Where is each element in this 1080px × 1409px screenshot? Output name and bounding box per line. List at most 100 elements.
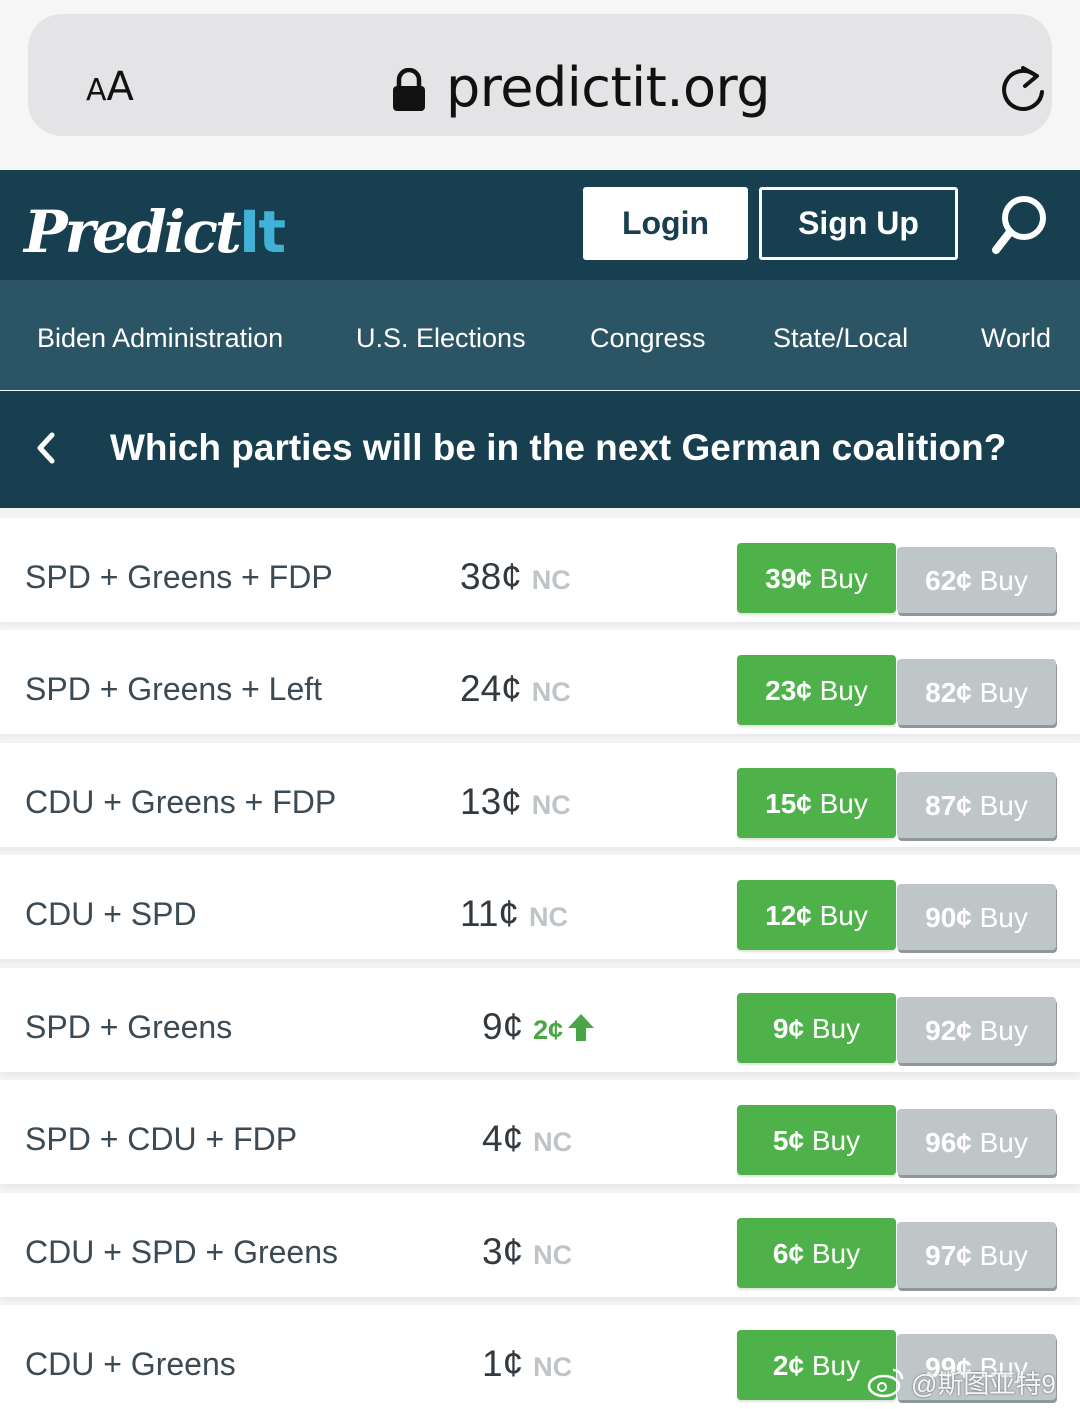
contract-name: SPD + Greens + FDP — [25, 559, 333, 595]
price-change: NC — [531, 790, 571, 820]
predictit-logo[interactable]: PredictIt — [24, 190, 286, 274]
address-bar[interactable]: AA predictit.org — [28, 14, 1052, 136]
yes-price: 39¢ — [765, 563, 812, 594]
market-title: Which parties will be in the next German… — [110, 427, 1007, 468]
buy-no-button[interactable]: 90¢ Buy — [897, 884, 1056, 950]
buy-label: Buy — [979, 1240, 1028, 1271]
category-nav: Biden Administration U.S. Elections Cong… — [0, 280, 1080, 390]
chevron-left-icon[interactable] — [34, 429, 58, 467]
contract-row[interactable]: SPD + Greens + FDP 38¢ NC 39¢ Buy 62¢ Buy — [0, 518, 1080, 622]
browser-toolbar: AA predictit.org — [0, 0, 1080, 170]
buy-yes-button[interactable]: 12¢ Buy — [737, 880, 896, 950]
price-change: NC — [533, 1127, 573, 1157]
yes-price: 23¢ — [765, 675, 812, 706]
contract-name: CDU + Greens + FDP — [25, 784, 337, 820]
buy-no-button[interactable]: 82¢ Buy — [897, 659, 1056, 725]
signup-button[interactable]: Sign Up — [759, 187, 958, 260]
price-change: NC — [531, 565, 571, 595]
buy-yes-button[interactable]: 39¢ Buy — [737, 543, 896, 613]
nav-item-state-local[interactable]: State/Local — [773, 280, 908, 390]
nav-item-us-elections[interactable]: U.S. Elections — [356, 280, 526, 390]
no-price: 87¢ — [925, 790, 972, 821]
contract-price-cell: 3¢ NC — [482, 1193, 572, 1314]
contract-name: CDU + SPD — [25, 896, 197, 932]
weibo-icon — [867, 1368, 904, 1398]
yes-price: 5¢ — [772, 1125, 805, 1156]
buy-label: Buy — [819, 563, 868, 594]
buy-label: Buy — [811, 1125, 861, 1156]
yes-price: 15¢ — [765, 788, 812, 819]
arrow-up-icon — [568, 1014, 595, 1041]
buy-label: Buy — [979, 677, 1028, 708]
contract-row[interactable]: SPD + Greens + Left 24¢ NC 23¢ Buy 82¢ Bu… — [0, 630, 1080, 734]
buy-yes-button[interactable]: 23¢ Buy — [737, 655, 896, 725]
contract-price: 9¢ — [482, 1006, 524, 1047]
logo-main-text: Predict — [24, 198, 242, 266]
buy-label: Buy — [979, 790, 1028, 821]
yes-price: 6¢ — [772, 1238, 805, 1269]
contract-price: 3¢ — [482, 1231, 524, 1272]
contract-price: 4¢ — [482, 1118, 524, 1159]
buy-no-button[interactable]: 92¢ Buy — [897, 997, 1056, 1063]
contract-price: 1¢ — [482, 1343, 524, 1384]
no-price: 92¢ — [925, 1015, 972, 1046]
contract-price-cell: 13¢ NC — [460, 743, 571, 864]
price-change: NC — [533, 1352, 573, 1382]
contract-row[interactable]: SPD + CDU + FDP 4¢ NC 5¢ Buy 96¢ Buy — [0, 1080, 1080, 1184]
search-icon[interactable] — [990, 192, 1050, 258]
nav-item-congress[interactable]: Congress — [590, 280, 706, 390]
price-change: 2¢ — [533, 1015, 564, 1045]
contract-name: SPD + CDU + FDP — [25, 1121, 298, 1157]
lock-icon — [393, 68, 425, 111]
no-price: 96¢ — [925, 1127, 972, 1158]
login-button[interactable]: Login — [583, 187, 748, 260]
buy-label: Buy — [811, 1238, 861, 1269]
contract-price-cell: 11¢ NC — [460, 855, 568, 976]
logo-accent-text: It — [238, 198, 286, 266]
yes-price: 2¢ — [772, 1350, 805, 1381]
buy-label: Buy — [819, 675, 868, 706]
price-change: NC — [533, 1240, 573, 1270]
buy-label: Buy — [979, 565, 1028, 596]
contract-price-cell: 4¢ NC — [482, 1080, 572, 1201]
contract-name: SPD + Greens — [25, 1009, 233, 1045]
text-size-button[interactable]: AA — [86, 64, 134, 116]
buy-label: Buy — [979, 902, 1028, 933]
text-size-label-small: A — [86, 73, 107, 108]
yes-price: 9¢ — [772, 1013, 805, 1044]
contract-price: 11¢ — [460, 893, 519, 934]
buy-yes-button[interactable]: 5¢ Buy — [737, 1105, 896, 1175]
contract-name: SPD + Greens + Left — [25, 671, 323, 707]
price-change: NC — [531, 677, 571, 707]
contract-row[interactable]: CDU + SPD + Greens 3¢ NC 6¢ Buy 97¢ Buy — [0, 1193, 1080, 1297]
contract-price-cell: 9¢ 2¢ — [482, 968, 595, 1089]
contract-list: SPD + Greens + FDP 38¢ NC 39¢ Buy 62¢ Buy… — [0, 508, 1080, 1409]
contract-row[interactable]: SPD + Greens 9¢ 2¢ 9¢ Buy 92¢ Buy — [0, 968, 1080, 1072]
buy-label: Buy — [819, 788, 868, 819]
contract-row[interactable]: CDU + Greens + FDP 13¢ NC 15¢ Buy 87¢ Buy — [0, 743, 1080, 847]
no-price: 62¢ — [925, 565, 972, 596]
buy-label: Buy — [979, 1015, 1028, 1046]
buy-label: Buy — [819, 900, 868, 931]
buy-no-button[interactable]: 97¢ Buy — [897, 1222, 1056, 1288]
text-size-label-big: A — [106, 64, 134, 110]
no-price: 97¢ — [925, 1240, 972, 1271]
nav-item-biden-administration[interactable]: Biden Administration — [37, 280, 283, 390]
buy-no-button[interactable]: 96¢ Buy — [897, 1109, 1056, 1175]
contract-row[interactable]: CDU + SPD 11¢ NC 12¢ Buy 90¢ Buy — [0, 855, 1080, 959]
contract-price: 13¢ — [460, 781, 522, 822]
buy-yes-button[interactable]: 6¢ Buy — [737, 1218, 896, 1288]
price-change: NC — [529, 902, 568, 932]
buy-label: Buy — [811, 1350, 861, 1381]
contract-name: CDU + SPD + Greens — [25, 1234, 338, 1270]
reload-icon[interactable] — [996, 62, 1050, 118]
buy-yes-button[interactable]: 9¢ Buy — [737, 993, 896, 1063]
no-price: 90¢ — [925, 902, 972, 933]
buy-no-button[interactable]: 62¢ Buy — [897, 547, 1056, 613]
buy-yes-button[interactable]: 15¢ Buy — [737, 768, 896, 838]
contract-price: 24¢ — [460, 668, 522, 709]
url-text[interactable]: predictit.org — [446, 56, 771, 119]
site-header: PredictIt Login Sign Up — [0, 170, 1080, 280]
nav-item-world[interactable]: World — [981, 280, 1051, 390]
buy-no-button[interactable]: 87¢ Buy — [897, 772, 1056, 838]
